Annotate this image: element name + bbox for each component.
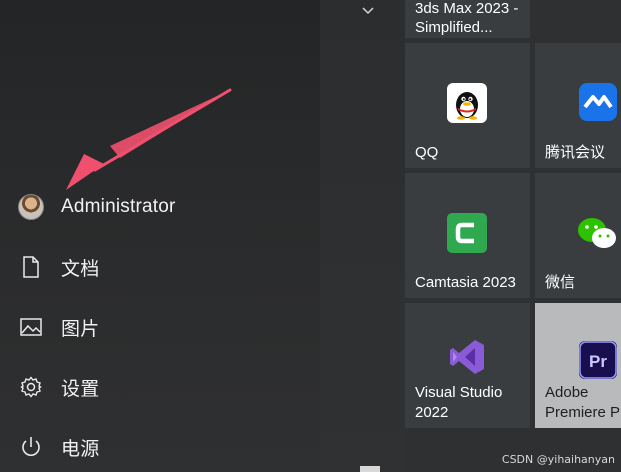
watermark: CSDN @yihaihanyan (501, 453, 615, 466)
annotation-arrow-icon (66, 88, 232, 190)
